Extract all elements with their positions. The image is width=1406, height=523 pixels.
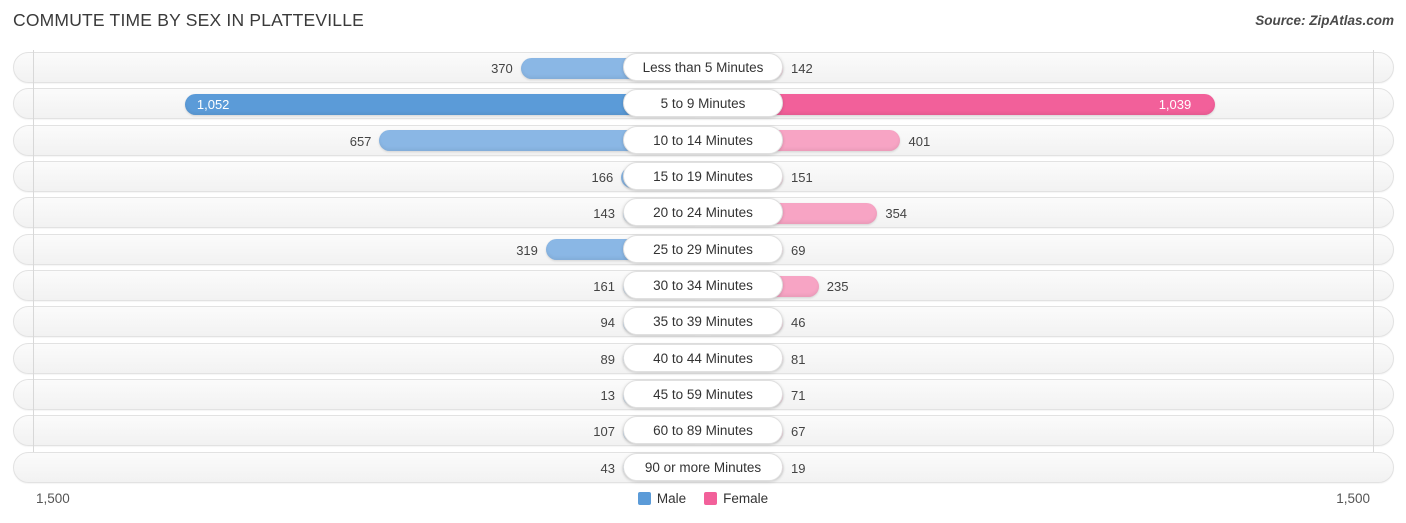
chart-row[interactable]: 107 67 60 to 89 Minutes: [0, 413, 1406, 449]
value-label-female: 46: [791, 315, 806, 331]
chart-row[interactable]: 94 46 35 to 39 Minutes: [0, 304, 1406, 340]
row-bars: 89 81 40 to 44 Minutes: [0, 341, 1406, 377]
row-bars: 657 401 10 to 14 Minutes: [0, 123, 1406, 159]
value-label-female: 19: [791, 460, 806, 476]
value-label-male: 43: [600, 460, 615, 476]
row-bars: 370 142 Less than 5 Minutes: [0, 50, 1406, 86]
chart-row[interactable]: 13 71 45 to 59 Minutes: [0, 377, 1406, 413]
chart-row[interactable]: 143 354 20 to 24 Minutes: [0, 195, 1406, 231]
value-label-male: 319: [516, 242, 538, 258]
category-label: 5 to 9 Minutes: [623, 89, 783, 118]
value-label-female: 354: [885, 206, 908, 222]
row-bars: 166 151 15 to 19 Minutes: [0, 159, 1406, 195]
category-label: 10 to 14 Minutes: [623, 125, 783, 154]
axis-line-right: [1373, 50, 1374, 452]
value-label-male: 143: [593, 206, 615, 222]
value-label-female: 1,039: [1158, 97, 1192, 113]
value-label-female: 67: [791, 424, 806, 440]
chart-row[interactable]: 89 81 40 to 44 Minutes: [0, 341, 1406, 377]
row-bars: 94 46 35 to 39 Minutes: [0, 304, 1406, 340]
page-title: COMMUTE TIME BY SEX IN PLATTEVILLE: [13, 10, 365, 30]
chart-row[interactable]: 166 151 15 to 19 Minutes: [0, 159, 1406, 195]
value-label-female: 71: [791, 388, 806, 404]
category-label: 90 or more Minutes: [623, 452, 783, 481]
value-label-male: 657: [349, 133, 372, 149]
chart-footer: 1,500 1,500 Male Female: [0, 485, 1406, 523]
category-label: 40 to 44 Minutes: [623, 343, 783, 372]
value-label-male: 107: [593, 424, 615, 440]
category-label: Less than 5 Minutes: [623, 53, 783, 81]
chart-row[interactable]: 657 401 10 to 14 Minutes: [0, 123, 1406, 159]
category-label: 45 to 59 Minutes: [623, 380, 783, 409]
value-label-female: 69: [791, 242, 806, 258]
chart-row[interactable]: 43 19 90 or more Minutes: [0, 450, 1406, 486]
value-label-male: 166: [591, 170, 614, 186]
axis-line-left: [33, 50, 34, 452]
legend-label: Female: [723, 491, 769, 506]
chart-row[interactable]: 161 235 30 to 34 Minutes: [0, 268, 1406, 304]
category-label: 15 to 19 Minutes: [623, 162, 783, 191]
row-bars: 161 235 30 to 34 Minutes: [0, 268, 1406, 304]
value-label-male: 94: [600, 315, 615, 331]
category-label: 35 to 39 Minutes: [623, 307, 783, 336]
source-attribution: Source: ZipAtlas.com: [1255, 13, 1394, 28]
value-label-female: 235: [826, 279, 849, 295]
row-bars: 107 67 60 to 89 Minutes: [0, 413, 1406, 449]
chart-row[interactable]: 319 69 25 to 29 Minutes: [0, 232, 1406, 268]
legend-swatch-male: [637, 492, 651, 505]
value-label-female: 142: [791, 61, 813, 76]
value-label-female: 81: [791, 351, 806, 367]
row-bars: 1,052 1,039 5 to 9 Minutes: [0, 86, 1406, 122]
category-label: 20 to 24 Minutes: [623, 198, 783, 227]
chart-row[interactable]: 1,052 1,039 5 to 9 Minutes: [0, 86, 1406, 122]
row-bars: 319 69 25 to 29 Minutes: [0, 232, 1406, 268]
value-label-female: 151: [791, 170, 813, 186]
value-label-male: 1,052: [196, 97, 230, 113]
legend-item[interactable]: Female: [704, 491, 768, 506]
value-label-male: 89: [600, 351, 615, 367]
legend-label: Male: [656, 491, 687, 506]
value-label-male: 161: [593, 279, 615, 295]
legend-item[interactable]: Male: [637, 491, 687, 506]
chart-legend: Male Female: [0, 491, 1406, 506]
chart-row[interactable]: 370 142 Less than 5 Minutes: [0, 50, 1406, 86]
value-label-female: 401: [908, 133, 931, 149]
chart-rows: 370 142 Less than 5 Minutes 1,052 1,039 5 to …: [0, 50, 1406, 486]
category-label: 30 to 34 Minutes: [623, 271, 783, 300]
legend-swatch-female: [704, 492, 718, 505]
category-label: 25 to 29 Minutes: [623, 234, 783, 263]
row-bars: 143 354 20 to 24 Minutes: [0, 195, 1406, 231]
value-label-male: 13: [600, 388, 615, 404]
category-label: 60 to 89 Minutes: [623, 416, 783, 445]
chart-plot-area: 370 142 Less than 5 Minutes 1,052 1,039 5 to …: [0, 50, 1406, 487]
row-bars: 43 19 90 or more Minutes: [0, 450, 1406, 486]
row-bars: 13 71 45 to 59 Minutes: [0, 377, 1406, 413]
value-label-male: 370: [491, 61, 513, 76]
